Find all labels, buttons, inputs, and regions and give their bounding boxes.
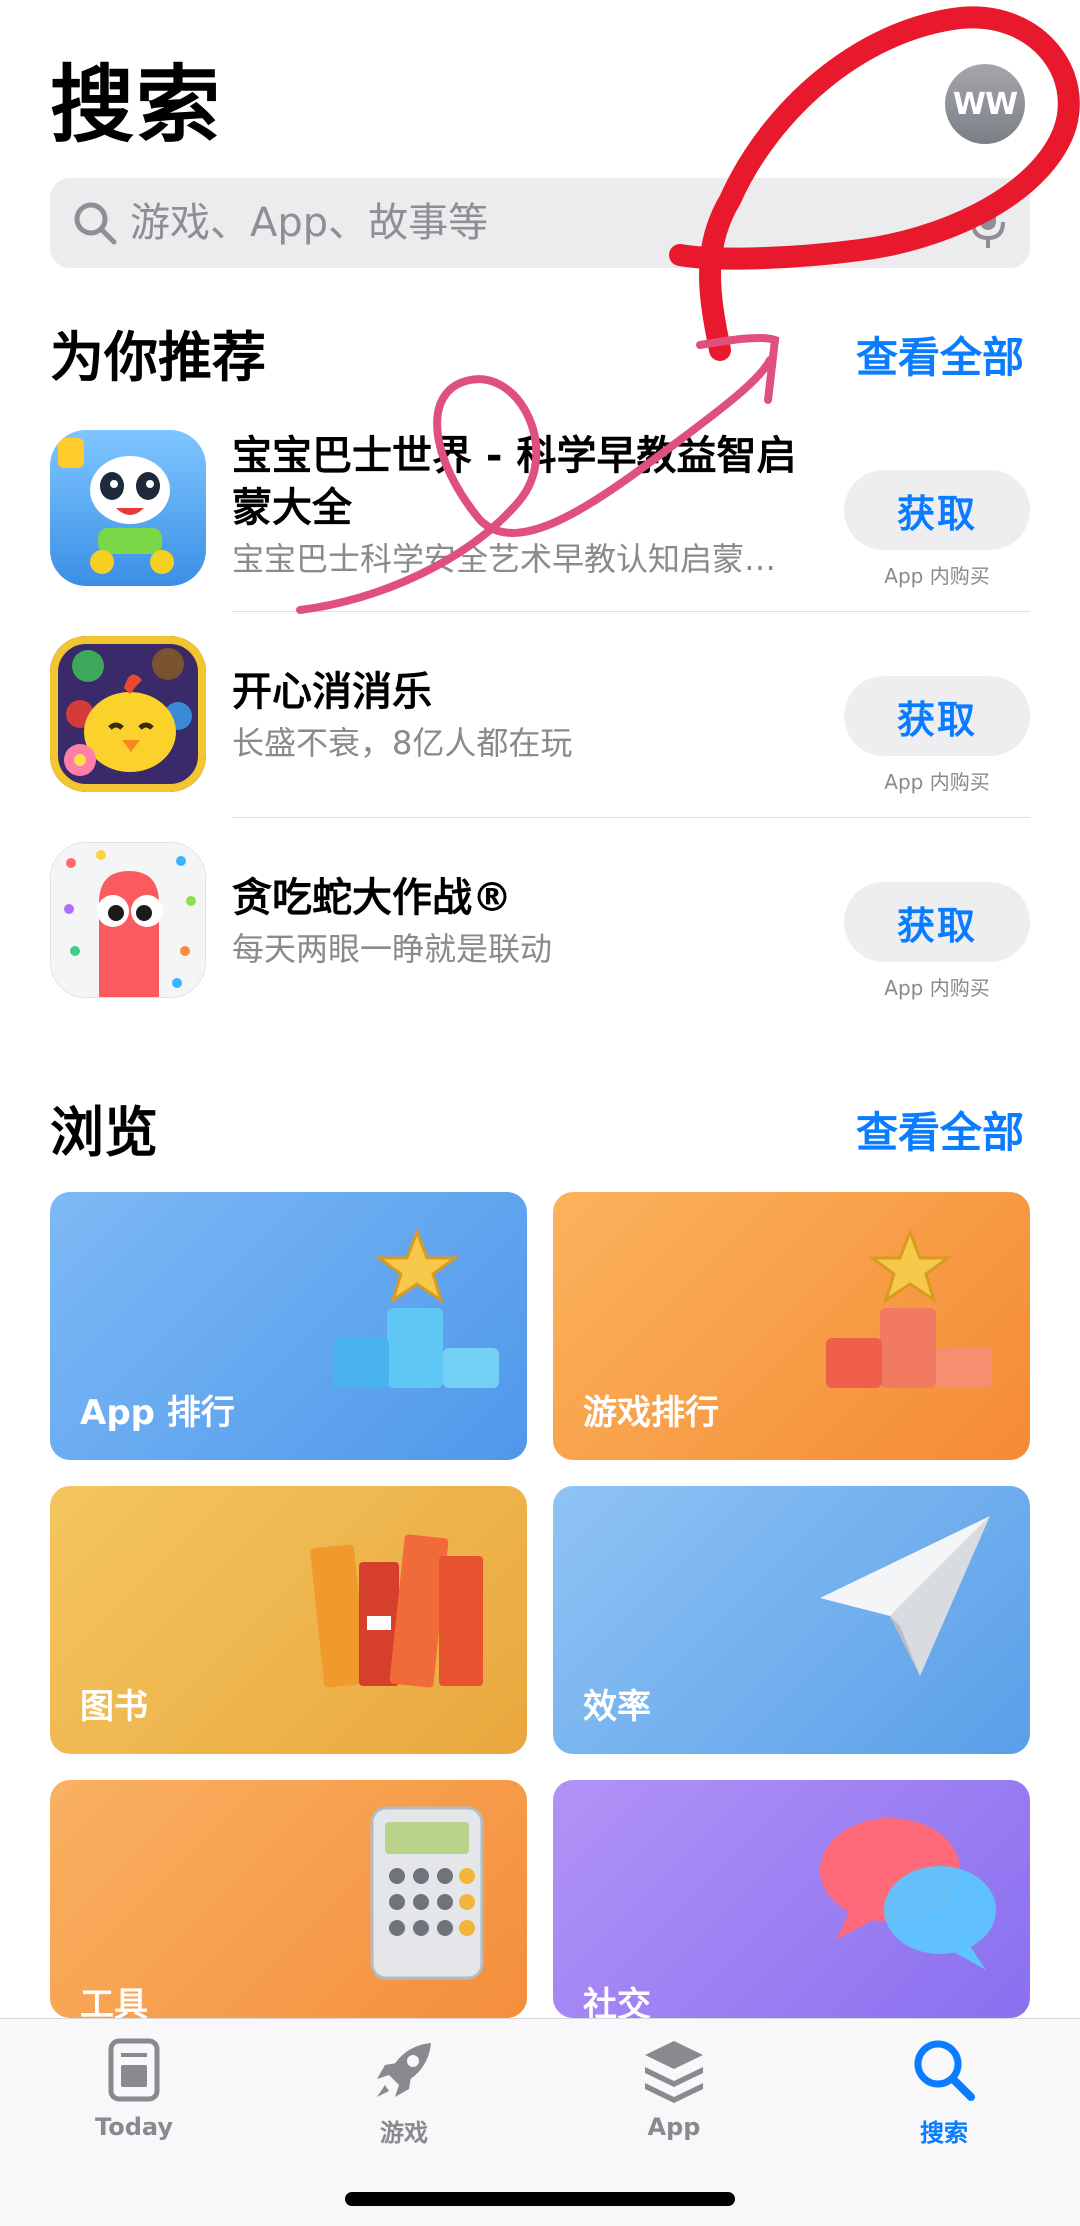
search-placeholder: 游戏、App、故事等 xyxy=(130,200,489,246)
see-all-recommended-link[interactable]: 查看全部 xyxy=(856,323,1024,393)
tile-label: App 排行 xyxy=(80,1393,235,1433)
get-button[interactable]: 获取 xyxy=(844,882,1030,962)
see-all-browse-link[interactable]: 查看全部 xyxy=(856,1098,1024,1168)
app-subtitle: 宝宝巴士科学安全艺术早教认知启蒙… xyxy=(232,540,777,578)
tile-social[interactable]: 社交 xyxy=(553,1780,1030,2018)
tile-app-ranking[interactable]: App 排行 xyxy=(50,1192,527,1460)
recommended-header: 为你推荐 查看全部 xyxy=(50,323,1030,393)
tile-label: 效率 xyxy=(583,1687,651,1727)
app-subtitle: 长盛不衰，8亿人都在玩 xyxy=(232,724,573,762)
get-button[interactable]: 获取 xyxy=(844,676,1030,756)
in-app-purchase-note: App 内购买 xyxy=(884,976,990,1000)
section-title-browse: 浏览 xyxy=(50,1101,158,1164)
tab-search[interactable]: 搜索 xyxy=(864,2035,1024,2147)
today-icon xyxy=(108,2038,160,2102)
search-icon xyxy=(74,202,117,245)
calculator-icon xyxy=(370,1806,484,1980)
tile-label: 游戏排行 xyxy=(583,1393,719,1433)
app-row[interactable]: 宝宝巴士世界 - 科学早教益智启蒙大全 宝宝巴士科学安全艺术早教认知启蒙… 获取… xyxy=(50,430,1030,635)
tile-label: 工具 xyxy=(80,1985,148,2018)
divider xyxy=(232,817,1030,818)
paper-plane-icon xyxy=(820,1516,990,1676)
tab-label: 游戏 xyxy=(380,2119,428,2147)
tab-games[interactable]: 游戏 xyxy=(324,2035,484,2147)
in-app-purchase-note: App 内购买 xyxy=(884,564,990,588)
rocket-icon xyxy=(377,2043,431,2097)
tab-apps[interactable]: App xyxy=(594,2035,754,2145)
podium-star-icon xyxy=(333,1227,499,1388)
snake-battle-app-icon[interactable] xyxy=(50,842,206,998)
app-row[interactable]: 贪吃蛇大作战® 每天两眼一睁就是联动 获取 App 内购买 xyxy=(50,842,1030,1047)
tile-label: 社交 xyxy=(583,1985,651,2018)
tab-today[interactable]: Today xyxy=(54,2035,214,2145)
tile-label: 图书 xyxy=(80,1687,148,1727)
chat-bubbles-icon xyxy=(820,1818,996,1970)
tab-label: 搜索 xyxy=(920,2119,968,2147)
podium-star-icon xyxy=(826,1227,992,1388)
microphone-icon[interactable] xyxy=(968,198,1008,250)
divider xyxy=(232,611,1030,612)
app-name: 贪吃蛇大作战® xyxy=(232,875,512,921)
header: 搜索 WW xyxy=(50,60,1030,150)
browse-header: 浏览 查看全部 xyxy=(50,1098,1030,1168)
tab-label: App xyxy=(647,2113,701,2141)
home-indicator xyxy=(345,2192,735,2206)
tile-books[interactable]: 图书 xyxy=(50,1486,527,1754)
section-title-recommended: 为你推荐 xyxy=(50,326,266,389)
app-name: 开心消消乐 xyxy=(232,669,432,715)
tab-label: Today xyxy=(95,2113,173,2141)
happy-elimination-app-icon[interactable] xyxy=(50,636,206,792)
app-subtitle: 每天两眼一睁就是联动 xyxy=(232,930,553,968)
account-avatar[interactable]: WW xyxy=(945,64,1025,144)
layers-icon xyxy=(645,2041,703,2103)
in-app-purchase-note: App 内购买 xyxy=(884,770,990,794)
get-button[interactable]: 获取 xyxy=(844,470,1030,550)
app-row[interactable]: 开心消消乐 长盛不衰，8亿人都在玩 获取 App 内购买 xyxy=(50,636,1030,841)
page-title: 搜索 xyxy=(50,56,223,154)
tile-game-ranking[interactable]: 游戏排行 xyxy=(553,1192,1030,1460)
app-name: 宝宝巴士世界 - 科学早教益智启蒙大全 xyxy=(232,433,797,531)
tile-productivity[interactable]: 效率 xyxy=(553,1486,1030,1754)
search-input[interactable]: 游戏、App、故事等 xyxy=(50,178,1030,268)
tile-utilities[interactable]: 工具 xyxy=(50,1780,527,2018)
babybus-app-icon[interactable] xyxy=(50,430,206,586)
search-icon xyxy=(914,2040,975,2101)
books-icon xyxy=(310,1534,483,1688)
